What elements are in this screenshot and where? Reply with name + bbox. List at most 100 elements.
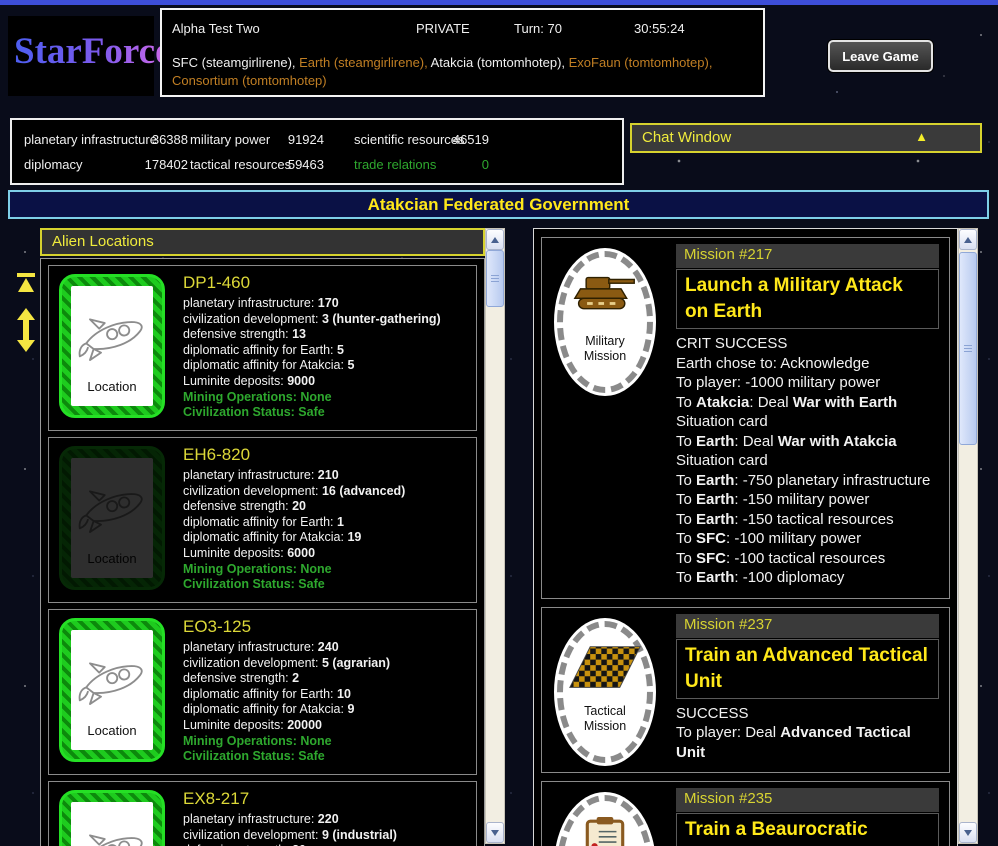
- scroll-top-icon[interactable]: [14, 271, 38, 300]
- game-clock: 30:55:24: [634, 21, 685, 36]
- location-name: DP1-460: [183, 273, 441, 293]
- badge-label: TacticalMission: [554, 704, 656, 734]
- location-field: defensive strength: 2: [183, 671, 390, 687]
- mission-content: Mission #235 Train a Beaurocratic Liason…: [676, 782, 949, 846]
- mission-id: Mission #235: [676, 788, 939, 812]
- mission-card[interactable]: MilitaryMission Mission #217 Launch a Mi…: [541, 237, 950, 599]
- rocket-icon: [77, 480, 151, 536]
- location-field: diplomatic affinity for Earth: 5: [183, 343, 441, 359]
- mission-card[interactable]: BeaurocraticMission Mission #235 Train a…: [541, 781, 950, 846]
- location-card[interactable]: Location EH6-820 planetary infrastructur…: [48, 437, 477, 603]
- location-info: EH6-820 planetary infrastructure: 210civ…: [175, 438, 409, 602]
- stat-label: military power: [190, 132, 270, 147]
- location-name: EO3-125: [183, 617, 390, 637]
- chat-window-title: Chat Window: [642, 129, 731, 146]
- game-info-box: Alpha Test Two PRIVATE Turn: 70 30:55:24…: [160, 8, 765, 97]
- mission-id: Mission #237: [676, 614, 939, 638]
- location-field: civilization development: 5 (agrarian): [183, 656, 390, 672]
- mission-badge-column: BeaurocraticMission: [542, 782, 676, 846]
- chevron-up-icon: [964, 237, 972, 243]
- location-field: Civilization Status: Safe: [183, 405, 441, 421]
- location-field: planetary infrastructure: 220: [183, 812, 397, 828]
- location-field: civilization development: 16 (advanced): [183, 484, 405, 500]
- location-field: planetary infrastructure: 240: [183, 640, 390, 656]
- stat-label: diplomacy: [24, 157, 83, 172]
- alien-locations-header[interactable]: Alien Locations: [40, 228, 485, 256]
- tactical-icon: [554, 642, 656, 692]
- location-field: Mining Operations: None: [183, 734, 390, 750]
- location-field: civilization development: 3 (hunter-gath…: [183, 312, 441, 328]
- player-entry: SFC (steamgirlirene),: [172, 55, 299, 70]
- mission-badge-column: MilitaryMission: [542, 238, 676, 598]
- scroll-down-button[interactable]: [486, 822, 504, 843]
- missions-scrollbar[interactable]: [958, 228, 978, 844]
- location-field: defensive strength: 20: [183, 499, 405, 515]
- mission-body-line: To SFC: -100 military power: [676, 529, 939, 549]
- chevron-down-icon: [964, 830, 972, 836]
- resize-vertical-icon[interactable]: [15, 308, 37, 357]
- scrollbar-thumb[interactable]: [486, 250, 504, 307]
- mission-card[interactable]: TacticalMission Mission #237 Train an Ad…: [541, 607, 950, 774]
- location-tile-art: Location: [71, 286, 153, 406]
- leave-game-button[interactable]: Leave Game: [828, 40, 933, 72]
- mission-badge: BeaurocraticMission: [554, 792, 656, 846]
- location-field: diplomatic affinity for Atakcia: 9: [183, 702, 390, 718]
- government-title-bar: Atakcian Federated Government: [8, 190, 989, 219]
- location-field: Luminite deposits: 6000: [183, 546, 405, 562]
- scroll-down-button[interactable]: [959, 822, 977, 843]
- mission-title: Train a Beaurocratic Liason: [676, 813, 939, 846]
- location-fields: planetary infrastructure: 240civilizatio…: [183, 640, 390, 765]
- chat-window-header[interactable]: Chat Window ▲: [630, 123, 982, 153]
- game-turn: Turn: 70: [514, 21, 562, 36]
- chat-collapse-icon[interactable]: ▲: [915, 129, 928, 144]
- location-list: Location DP1-460 planetary infrastructur…: [40, 258, 485, 846]
- location-field: Civilization Status: Safe: [183, 577, 405, 593]
- mission-badge: TacticalMission: [554, 618, 656, 766]
- mission-id: Mission #217: [676, 244, 939, 268]
- players-line: SFC (steamgirlirene), Earth (steamgirlir…: [172, 54, 752, 90]
- game-privacy: PRIVATE: [416, 21, 470, 36]
- location-fields: planetary infrastructure: 220civilizatio…: [183, 812, 397, 846]
- mission-body-line: To player: Deal Advanced Tactical Unit: [676, 723, 939, 762]
- game-name: Alpha Test Two: [172, 21, 260, 36]
- page-title: Atakcian Federated Government: [368, 195, 630, 215]
- location-field: Luminite deposits: 20000: [183, 718, 390, 734]
- location-card[interactable]: Location EO3-125 planetary infrastructur…: [48, 609, 477, 775]
- mission-body-line: To Atakcia: Deal War with Earth Situatio…: [676, 393, 939, 432]
- locations-scrollbar[interactable]: [485, 228, 505, 844]
- scroll-up-button[interactable]: [486, 229, 504, 250]
- tank-icon: [554, 272, 656, 318]
- mission-badge-column: TacticalMission: [542, 608, 676, 773]
- location-card[interactable]: Location EX8-217 planetary infrastructur…: [48, 781, 477, 846]
- logo-block: StarForce: [8, 16, 154, 96]
- chevron-up-icon: [491, 237, 499, 243]
- location-tile[interactable]: Location: [59, 618, 165, 762]
- location-tile-art: Location: [71, 630, 153, 750]
- location-field: Mining Operations: None: [183, 562, 405, 578]
- scroll-up-button[interactable]: [959, 229, 977, 250]
- mission-body: CRIT SUCCESSEarth chose to: AcknowledgeT…: [676, 334, 939, 588]
- player-entry: ExoFaun (tomtomhotep),: [569, 55, 713, 70]
- mission-title: Train an Advanced Tactical Unit: [676, 639, 939, 699]
- location-card[interactable]: Location DP1-460 planetary infrastructur…: [48, 265, 477, 431]
- scrollbar-thumb[interactable]: [959, 252, 977, 445]
- mission-content: Mission #217 Launch a Military Attack on…: [676, 238, 949, 598]
- scrollbar-track[interactable]: [959, 250, 977, 822]
- location-field: diplomatic affinity for Atakcia: 5: [183, 358, 441, 374]
- mission-body-line: To player: -1000 military power: [676, 373, 939, 393]
- scrollbar-track[interactable]: [486, 250, 504, 822]
- player-entry: Atakcia (tomtomhotep),: [431, 55, 569, 70]
- location-tile-label: Location: [71, 723, 153, 738]
- resources-stats-box: planetary infrastructure 36388 military …: [10, 118, 624, 185]
- location-field: Civilization Status: Safe: [183, 749, 390, 765]
- location-tile[interactable]: Location: [59, 446, 165, 590]
- location-tile-label: Location: [71, 379, 153, 394]
- location-tile-art: Location: [71, 802, 153, 846]
- mission-body-line: To SFC: -100 tactical resources: [676, 549, 939, 569]
- app-logo: StarForce: [14, 30, 172, 73]
- stat-value: 59463: [262, 157, 324, 172]
- top-blue-strip: [0, 0, 998, 5]
- location-tile[interactable]: Location: [59, 274, 165, 418]
- mission-body-line: SUCCESS: [676, 704, 939, 724]
- location-tile[interactable]: Location: [59, 790, 165, 846]
